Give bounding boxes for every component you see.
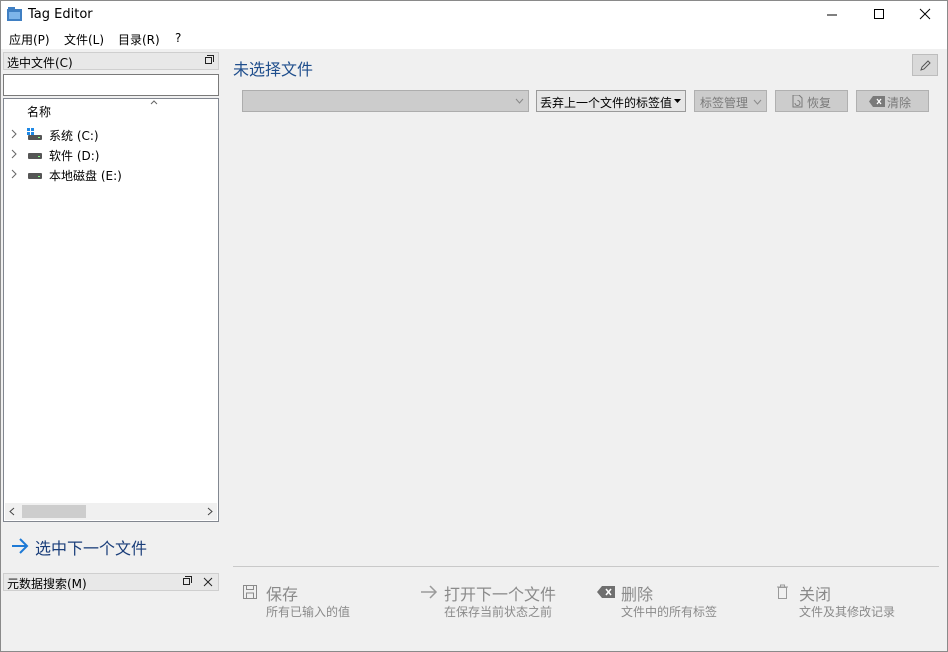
close-panel-icon[interactable]: [203, 577, 213, 587]
scroll-right-icon[interactable]: [206, 507, 214, 516]
divider: [233, 566, 939, 567]
file-panel-title: 选中文件(C): [7, 56, 73, 70]
scrollbar-thumb[interactable]: [22, 505, 86, 518]
menu-help[interactable]: ?: [175, 31, 181, 45]
minimize-button[interactable]: [809, 1, 855, 29]
chevron-down-icon: [753, 99, 762, 105]
drive-icon: [28, 173, 42, 179]
open-next-file-action[interactable]: 打开下一个文件 在保存当前状态之前: [420, 581, 580, 621]
discard-previous-values-dropdown[interactable]: 丢弃上一个文件的标签值: [536, 90, 686, 112]
save-action-sub: 所有已输入的值: [266, 605, 351, 619]
expand-chevron-icon[interactable]: [10, 169, 18, 179]
clear-button[interactable]: 清除: [856, 90, 929, 112]
restore-icon: [792, 95, 803, 108]
menu-file[interactable]: 文件(L): [64, 31, 104, 48]
expand-chevron-icon[interactable]: [10, 149, 18, 159]
expand-chevron-icon[interactable]: [10, 129, 18, 139]
delete-tags-action[interactable]: 删除 文件中的所有标签: [597, 581, 757, 621]
menu-directory[interactable]: 目录(R): [118, 31, 160, 48]
file-filter-input[interactable]: [3, 74, 219, 96]
tree-item-drive-d[interactable]: 软件 (D:): [4, 144, 218, 164]
maximize-icon: [874, 9, 884, 19]
file-panel-header: 选中文件(C): [3, 52, 219, 70]
close-window-button[interactable]: [901, 1, 947, 29]
app-window: Tag Editor 应用(P) 文件(L) 目录(R) ? 选中文件(C) 名…: [0, 0, 948, 652]
column-header-name[interactable]: 名称: [27, 103, 51, 120]
discard-previous-values-label: 丢弃上一个文件的标签值: [540, 96, 673, 110]
tree-item-label: 系统 (C:): [49, 129, 99, 143]
backspace-icon: [597, 586, 615, 598]
chevron-down-icon: [515, 98, 524, 104]
save-action[interactable]: 保存 所有已输入的值: [242, 581, 402, 621]
delete-tags-label: 删除: [621, 585, 654, 604]
tree-item-drive-e[interactable]: 本地磁盘 (E:): [4, 164, 218, 184]
sort-up-icon: [150, 100, 158, 105]
tree-item-label: 本地磁盘 (E:): [49, 169, 122, 183]
menu-bar: 应用(P) 文件(L) 目录(R) ?: [1, 29, 947, 49]
save-action-label: 保存: [266, 585, 299, 604]
close-icon: [919, 8, 931, 20]
edit-button[interactable]: [912, 54, 938, 76]
scroll-left-icon[interactable]: [8, 507, 16, 516]
tree-item-drive-c[interactable]: 系统 (C:): [4, 124, 218, 144]
delete-tags-sub: 文件中的所有标签: [621, 605, 718, 619]
open-next-file-label: 打开下一个文件: [444, 585, 557, 604]
tag-manage-button[interactable]: 标签管理: [694, 90, 767, 112]
title-bar: Tag Editor: [1, 1, 947, 29]
close-file-sub: 文件及其修改记录: [799, 605, 896, 619]
restore-button[interactable]: 恢复: [775, 90, 848, 112]
app-icon: [7, 7, 22, 21]
metadata-panel-title: 元数据搜索(M): [7, 577, 87, 591]
maximize-button[interactable]: [855, 1, 901, 29]
file-tree[interactable]: 名称 系统 (C:) 软件 (D:) 本地磁盘 (E:): [3, 98, 219, 522]
window-title: Tag Editor: [28, 7, 93, 22]
select-next-file-label: 选中下一个文件: [35, 539, 148, 558]
arrow-right-icon: [12, 538, 29, 554]
open-next-file-sub: 在保存当前状态之前: [444, 605, 553, 619]
drive-icon: [28, 153, 42, 159]
menu-app[interactable]: 应用(P): [9, 31, 50, 48]
close-file-action[interactable]: 关闭 文件及其修改记录: [775, 581, 935, 621]
caret-down-icon: [674, 99, 681, 103]
backspace-icon: [869, 96, 885, 107]
tree-item-label: 软件 (D:): [49, 149, 100, 163]
float-panel-icon[interactable]: [183, 576, 192, 585]
horizontal-scrollbar[interactable]: [5, 503, 217, 520]
float-panel-icon[interactable]: [205, 55, 214, 64]
save-icon: [243, 585, 257, 599]
close-file-label: 关闭: [799, 585, 832, 604]
arrow-right-icon: [421, 585, 438, 599]
pencil-icon: [920, 60, 931, 71]
trash-icon: [777, 584, 788, 599]
minimize-icon: [827, 14, 837, 16]
tag-select-combo[interactable]: [242, 90, 529, 112]
metadata-panel-header: 元数据搜索(M): [3, 573, 219, 591]
page-title: 未选择文件: [233, 60, 314, 79]
system-drive-icon: [27, 128, 42, 140]
